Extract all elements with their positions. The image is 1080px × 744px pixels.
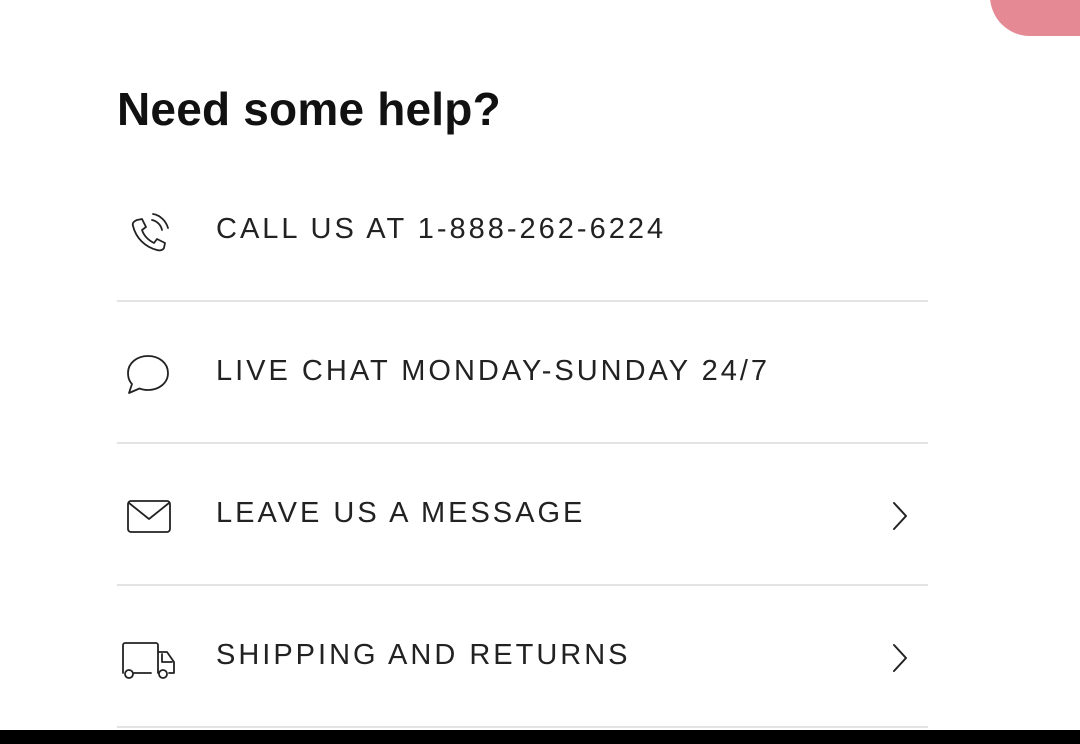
bottom-bar — [0, 730, 1080, 744]
chevron-right-icon — [888, 498, 912, 534]
truck-icon — [122, 634, 175, 684]
chevron-right-icon — [888, 640, 912, 676]
help-item-label: LIVE CHAT MONDAY-SUNDAY 24/7 — [216, 355, 771, 387]
help-item-call[interactable]: CALL US AT 1-888-262-6224 — [117, 158, 928, 302]
help-item-label: LEAVE US A MESSAGE — [216, 497, 586, 529]
help-item-label: CALL US AT 1-888-262-6224 — [216, 213, 667, 245]
chat-bubble-icon — [123, 350, 173, 400]
floating-action-button-edge[interactable] — [990, 0, 1080, 36]
envelope-icon — [123, 492, 173, 542]
help-item-live-chat[interactable]: LIVE CHAT MONDAY-SUNDAY 24/7 — [117, 302, 928, 444]
help-options-list: CALL US AT 1-888-262-6224 LIVE CHAT MOND… — [117, 158, 928, 728]
phone-icon — [123, 208, 173, 258]
help-item-leave-message[interactable]: LEAVE US A MESSAGE — [117, 444, 928, 586]
help-item-label: SHIPPING AND RETURNS — [216, 639, 631, 671]
help-item-shipping-returns[interactable]: SHIPPING AND RETURNS — [117, 586, 928, 728]
page-title: Need some help? — [117, 83, 501, 135]
